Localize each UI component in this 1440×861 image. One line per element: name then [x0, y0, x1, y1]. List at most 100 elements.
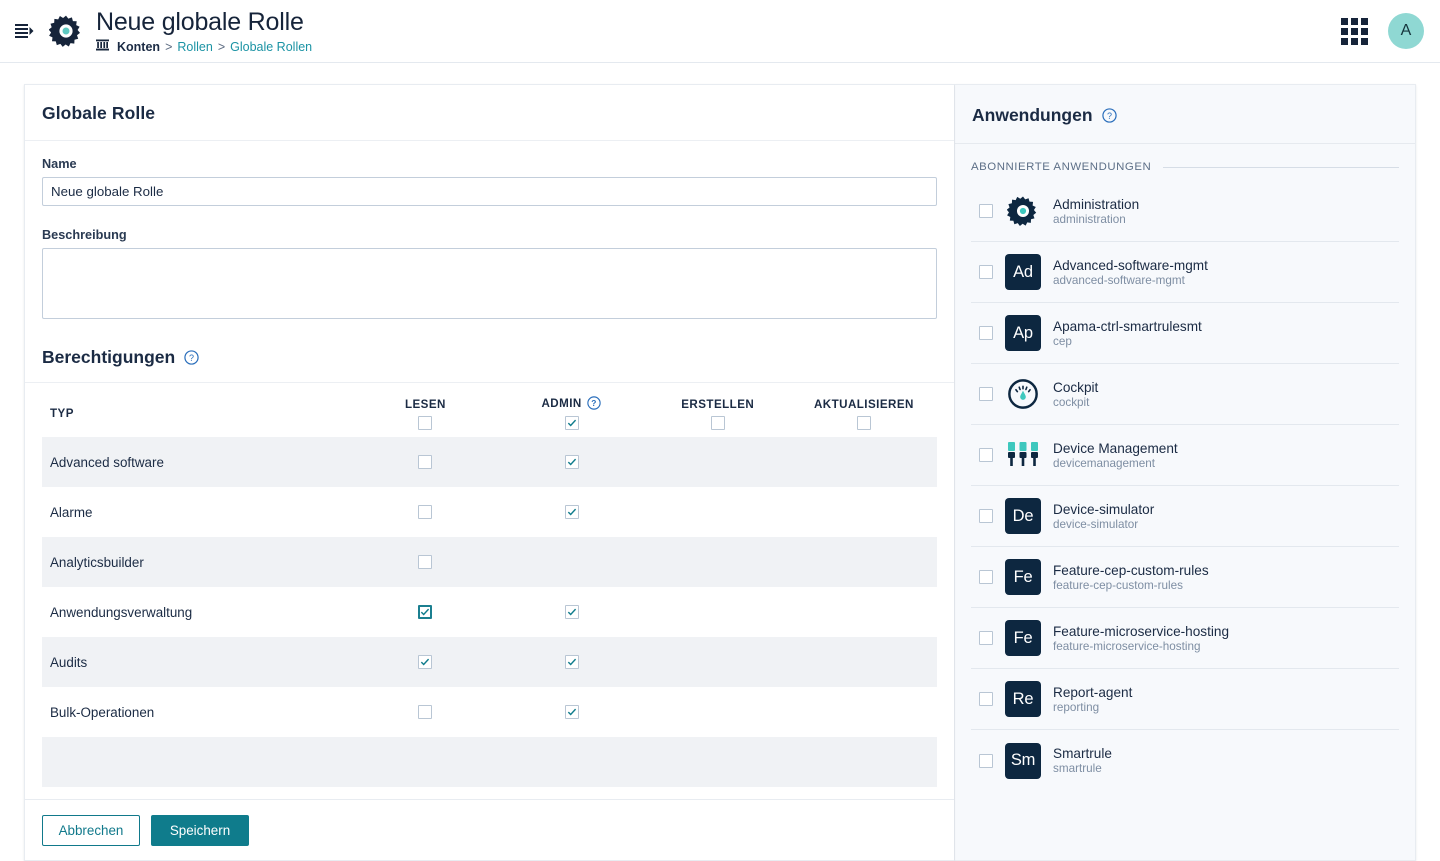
applications-list: Administration administration Ad Advanced-s… [971, 181, 1399, 791]
column-header-typ: TYP [50, 407, 74, 420]
application-name: Feature-microservice-hosting [1053, 623, 1230, 639]
application-checkbox[interactable] [979, 326, 993, 340]
application-checkbox[interactable] [979, 204, 993, 218]
application-key: feature-microservice-hosting [1053, 639, 1201, 653]
application-key: advanced-software-mgmt [1053, 273, 1185, 287]
permission-lesen-checkbox[interactable] [418, 505, 433, 519]
name-input[interactable] [42, 177, 937, 206]
application-name: Report-agent [1053, 684, 1133, 700]
application-checkbox[interactable] [979, 509, 993, 523]
top-bar-actions: A [1341, 13, 1424, 49]
permission-admin-checkbox[interactable] [564, 605, 579, 619]
permissions-title: Berechtigungen [42, 347, 176, 367]
cancel-button[interactable]: Abbrechen [42, 814, 140, 846]
application-row[interactable]: Sm Smartrule smartrule [971, 730, 1399, 791]
application-checkbox[interactable] [979, 448, 993, 462]
permission-cell-empty [791, 437, 937, 487]
title-block: Neue globale Rolle Konten > Rollen > Glo… [96, 8, 1341, 54]
app-tile-icon: Fe [1005, 620, 1041, 656]
application-row[interactable]: Ad Advanced-software-mgmt advanced-softwar… [971, 242, 1399, 303]
permission-type-label: Advanced software [50, 454, 164, 470]
application-row[interactable]: De Device-simulator device-simulator [971, 486, 1399, 547]
subscribed-apps-text: ABONNIERTE ANWENDUNGEN [971, 161, 1152, 173]
select-all-aktualisieren-checkbox[interactable] [856, 416, 871, 430]
permission-cell-empty [791, 737, 937, 787]
column-label-erstellen: ERSTELLEN [681, 398, 755, 411]
select-all-lesen-checkbox[interactable] [418, 416, 433, 430]
application-row[interactable]: Cockpit cockpit [971, 364, 1399, 425]
application-checkbox[interactable] [979, 387, 993, 401]
permission-lesen-checkbox[interactable] [418, 655, 433, 669]
application-checkbox[interactable] [979, 692, 993, 706]
permission-cell-empty [645, 487, 791, 537]
top-bar: Neue globale Rolle Konten > Rollen > Glo… [0, 0, 1440, 63]
application-key: cockpit [1053, 395, 1090, 409]
breadcrumb: Konten > Rollen > Globale Rollen [96, 39, 1341, 54]
help-circle-icon[interactable]: ? [1101, 108, 1117, 123]
permission-admin-checkbox[interactable] [564, 505, 579, 519]
save-button[interactable]: Speichern [151, 814, 249, 846]
application-checkbox[interactable] [979, 631, 993, 645]
breadcrumb-root: Konten [117, 39, 161, 54]
avatar[interactable]: A [1388, 13, 1424, 49]
permission-cell [352, 587, 498, 637]
permission-lesen-checkbox[interactable] [418, 605, 433, 619]
breadcrumb-link-globale-rollen[interactable]: Globale Rollen [230, 40, 312, 54]
application-name: Device-simulator [1053, 501, 1155, 517]
permission-lesen-checkbox[interactable] [418, 705, 433, 719]
application-row[interactable]: Fe Feature-cep-custom-rules feature-cep-cu… [971, 547, 1399, 608]
application-checkbox[interactable] [979, 570, 993, 584]
application-checkbox[interactable] [979, 753, 993, 768]
hamburger-icon[interactable] [8, 15, 40, 47]
application-row[interactable]: Ap Apama-ctrl-smartrulesmt cep [971, 303, 1399, 364]
permission-admin-checkbox[interactable] [564, 655, 579, 669]
permission-cell [352, 487, 498, 537]
permission-cell-empty [791, 487, 937, 537]
breadcrumb-separator: > [165, 39, 173, 54]
applications-list-wrap: ABONNIERTE ANWENDUNGEN Administration adm… [955, 144, 1415, 860]
permission-cell-empty [791, 687, 937, 737]
permission-cell [352, 687, 498, 737]
permission-type-label [42, 737, 352, 787]
permission-cell-empty [645, 587, 791, 637]
select-all-erstellen-checkbox[interactable] [710, 416, 725, 430]
breadcrumb-link-rollen[interactable]: Rollen [177, 40, 212, 54]
help-circle-icon[interactable]: ? [587, 396, 602, 411]
application-row[interactable]: Device Management devicemanagement [971, 425, 1399, 486]
permissions-table: TYP LESEN ADMIN ? ERSTELLEN AKTUALISIERE… [42, 383, 937, 787]
application-row[interactable]: Fe Feature-microservice-hosting feature-mi… [971, 608, 1399, 669]
description-textarea[interactable] [42, 248, 937, 319]
permission-lesen-checkbox[interactable] [418, 455, 433, 469]
help-circle-icon[interactable]: ? [184, 350, 199, 365]
divider [1163, 166, 1399, 168]
applications-header: Anwendungen ? [955, 85, 1415, 144]
subscribed-apps-label: ABONNIERTE ANWENDUNGEN [971, 144, 1399, 181]
panel-header: Globale Rolle [25, 85, 954, 141]
permission-cell-empty [791, 537, 937, 587]
permission-admin-checkbox[interactable] [564, 705, 579, 719]
permission-cell-empty [645, 687, 791, 737]
application-name: Apama-ctrl-smartrulesmt [1053, 318, 1202, 334]
column-header-aktualisieren: AKTUALISIEREN [791, 383, 937, 437]
permission-type-label: Alarme [50, 504, 93, 520]
grid-icon[interactable] [1341, 17, 1368, 45]
column-label-admin: ADMIN [541, 397, 582, 410]
application-row[interactable]: Re Report-agent reporting [971, 669, 1399, 730]
gauge-icon [1005, 376, 1041, 412]
application-checkbox[interactable] [979, 265, 993, 279]
application-key: device-simulator [1053, 517, 1139, 531]
permission-cell [352, 437, 498, 487]
app-tile-icon: De [1005, 498, 1041, 534]
permission-cell-empty [791, 637, 937, 687]
application-key: smartrule [1053, 762, 1102, 775]
app-tile-icon: Ap [1005, 315, 1041, 351]
application-name: Advanced-software-mgmt [1053, 257, 1208, 273]
permission-admin-checkbox[interactable] [564, 455, 579, 469]
application-key: administration [1053, 212, 1126, 226]
permission-cell [499, 487, 645, 537]
permission-lesen-checkbox[interactable] [418, 555, 433, 569]
application-row[interactable]: Administration administration [971, 181, 1399, 242]
select-all-admin-checkbox[interactable] [564, 416, 579, 430]
global-role-panel: Globale Rolle Name Beschreibung Berechti… [24, 84, 954, 861]
breadcrumb-separator: > [217, 39, 226, 54]
